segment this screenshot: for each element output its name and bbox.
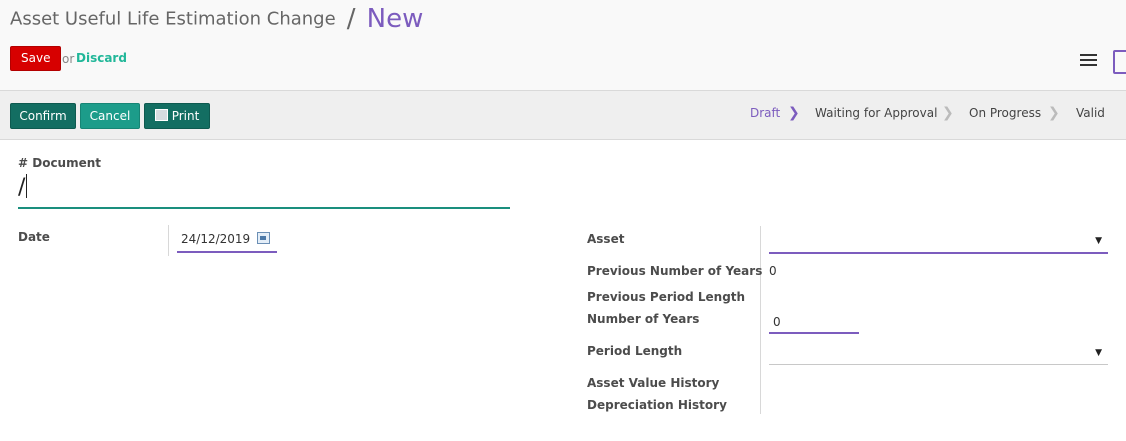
form-view-icon[interactable] (1113, 50, 1126, 74)
previous-period-length-label: Previous Period Length (587, 290, 746, 304)
cancel-button[interactable]: Cancel (80, 103, 140, 129)
breadcrumb: Asset Useful Life Estimation Change / Ne… (10, 4, 423, 34)
number-of-years-input[interactable]: 0 (769, 312, 859, 334)
chevron-right-icon: ❯ (942, 105, 954, 121)
print-button[interactable]: Print (144, 103, 210, 129)
statusbar: Confirm Cancel Print Draft ❯ Waiting for… (0, 91, 1126, 140)
discard-button[interactable]: Discard (76, 51, 127, 65)
printer-icon (154, 109, 168, 121)
document-value: / (18, 175, 26, 200)
stage-waiting-for-approval: Waiting for Approval (815, 106, 938, 120)
confirm-button[interactable]: Confirm (10, 103, 76, 129)
divider (760, 226, 761, 414)
previous-years-label: Previous Number of Years (587, 264, 763, 278)
breadcrumb-current: New (366, 4, 424, 34)
chevron-right-icon: ❯ (1048, 105, 1060, 121)
depreciation-history-label: Depreciation History (587, 398, 727, 412)
print-label: Print (171, 109, 200, 123)
or-text: or (62, 52, 75, 66)
previous-years-value: 0 (769, 264, 777, 278)
document-label: # Document (18, 156, 102, 170)
calendar-icon[interactable] (257, 232, 270, 244)
dropdown-arrow-icon: ▼ (1095, 236, 1102, 246)
control-panel: Asset Useful Life Estimation Change / Ne… (0, 0, 1126, 91)
stage-valid: Valid (1076, 106, 1105, 120)
save-button[interactable]: Save (10, 46, 62, 71)
breadcrumb-parent-link[interactable]: Asset Useful Life Estimation Change (10, 9, 336, 30)
date-value: 24/12/2019 (181, 232, 251, 246)
dropdown-arrow-icon: ▼ (1095, 348, 1102, 358)
number-of-years-label: Number of Years (587, 312, 700, 326)
breadcrumb-separator: / (346, 4, 356, 34)
stage-draft: Draft (750, 106, 781, 120)
asset-select[interactable]: ▼ (769, 230, 1108, 254)
period-length-label: Period Length (587, 344, 683, 358)
hamburger-menu-icon[interactable] (1080, 54, 1097, 68)
document-input[interactable]: / (18, 174, 510, 209)
date-input[interactable]: 24/12/2019 (177, 228, 277, 253)
asset-label: Asset (587, 232, 625, 246)
stage-on-progress: On Progress (969, 106, 1042, 120)
date-label: Date (18, 230, 50, 244)
period-length-select[interactable]: ▼ (769, 342, 1108, 365)
divider (168, 225, 169, 256)
asset-value-history-label: Asset Value History (587, 376, 720, 390)
number-of-years-value: 0 (773, 315, 781, 329)
chevron-right-icon: ❯ (788, 105, 800, 121)
